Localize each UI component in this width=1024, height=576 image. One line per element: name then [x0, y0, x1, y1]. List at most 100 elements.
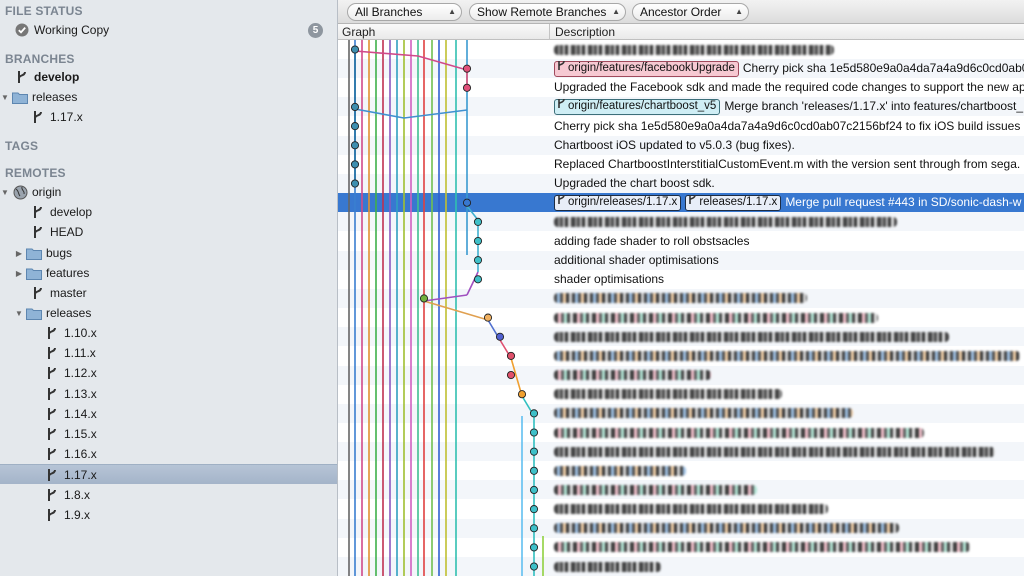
remote-release-label: 1.8.x: [64, 487, 91, 502]
redacted-message: [554, 389, 782, 400]
branch-icon: [30, 204, 46, 220]
remote-item-head[interactable]: HEAD: [0, 222, 337, 242]
commit-node[interactable]: [462, 64, 472, 73]
branch-icon: [688, 193, 697, 212]
commit-node[interactable]: [462, 83, 472, 92]
disclosure-open-icon[interactable]: ▼: [0, 188, 10, 197]
remote-release-item[interactable]: 1.9.x: [0, 505, 337, 525]
commit-node[interactable]: [473, 217, 483, 226]
commit-description: [554, 385, 782, 404]
sidebar-item-origin[interactable]: ▼ origin: [0, 182, 337, 202]
commit-node[interactable]: [495, 332, 505, 341]
commit-node[interactable]: [350, 160, 360, 169]
remote-release-item[interactable]: 1.12.x: [0, 363, 337, 383]
branch-tag[interactable]: origin/releases/1.17.x: [554, 194, 682, 211]
remote-master-label: master: [50, 286, 87, 300]
commit-description: origin/features/chartboost_v5 Merge branc…: [554, 97, 1023, 116]
remote-item-master[interactable]: master: [0, 283, 337, 303]
commit-node[interactable]: [529, 562, 539, 571]
commit-node[interactable]: [529, 485, 539, 495]
graph-column-header[interactable]: Graph: [342, 25, 375, 39]
commit-node[interactable]: [350, 122, 360, 131]
commit-node[interactable]: [462, 198, 472, 207]
commit-node[interactable]: [350, 141, 360, 150]
remote-release-item[interactable]: 1.13.x: [0, 384, 337, 404]
commit-node[interactable]: [529, 409, 539, 418]
commit-node[interactable]: [473, 275, 483, 284]
remote-folder-features[interactable]: ▶ features: [0, 263, 337, 283]
remote-release-label: 1.9.x: [64, 507, 91, 522]
sidebar-item-releases-folder[interactable]: ▼ releases: [0, 87, 337, 107]
description-column-header[interactable]: Description: [555, 25, 615, 39]
remote-release-item[interactable]: 1.15.x: [0, 424, 337, 444]
order-select[interactable]: Ancestor Order ▲: [632, 3, 749, 21]
redacted-message: [554, 542, 970, 553]
branch-tag[interactable]: origin/features/chartboost_v5: [554, 98, 721, 115]
commit-node[interactable]: [506, 370, 516, 380]
disclosure-closed-icon[interactable]: ▶: [14, 249, 24, 258]
commit-node[interactable]: [350, 102, 360, 111]
redacted-message: [554, 370, 711, 381]
commit-node[interactable]: [529, 447, 539, 456]
commit-node[interactable]: [350, 179, 360, 188]
branch-icon: [44, 386, 60, 402]
commit-node[interactable]: [506, 351, 516, 360]
commit-node[interactable]: [419, 294, 429, 303]
commit-description: [554, 480, 757, 499]
sidebar-item-working-copy[interactable]: Working Copy 5: [0, 20, 337, 40]
branches-filter-select[interactable]: All Branches ▲: [347, 3, 462, 21]
commit-node[interactable]: [529, 428, 539, 437]
commit-message: shader optimisations: [554, 271, 665, 286]
disclosure-open-icon[interactable]: ▼: [0, 93, 10, 102]
remote-release-label: 1.10.x: [64, 326, 97, 340]
remote-head-label: HEAD: [50, 225, 84, 239]
sidebar-item-release-1-17[interactable]: 1.17.x: [0, 107, 337, 127]
redacted-message: [554, 446, 995, 457]
commit-message: adding fade shader to roll obstsacles: [554, 233, 750, 248]
remote-release-item[interactable]: 1.14.x: [0, 404, 337, 424]
remote-release-item[interactable]: 1.16.x: [0, 444, 337, 464]
commit-node[interactable]: [529, 524, 539, 533]
commit-description: origin/features/facebookUpgrade Cherry pi…: [554, 59, 1024, 78]
toolbar: All Branches ▲ Show Remote Branches ▲ An…: [338, 0, 1024, 24]
branch-icon: [44, 467, 60, 483]
branch-icon: [44, 406, 60, 422]
commit-description: [554, 346, 1020, 365]
branch-tag[interactable]: releases/1.17.x: [685, 193, 782, 212]
remote-release-item[interactable]: 1.11.x: [0, 343, 337, 363]
commit-node[interactable]: [529, 505, 539, 514]
branch-tag[interactable]: origin/features/facebookUpgrade: [554, 60, 739, 77]
redacted-message: [554, 427, 924, 438]
commit-node[interactable]: [473, 236, 483, 246]
commit-node[interactable]: [529, 466, 539, 475]
commit-description: Upgraded the chart boost sdk.: [554, 174, 715, 193]
disclosure-open-icon[interactable]: ▼: [14, 309, 24, 318]
redacted-message: [554, 561, 661, 572]
redacted-message: [554, 523, 899, 534]
commit-node[interactable]: [350, 45, 360, 54]
remote-release-item[interactable]: 1.17.x: [0, 464, 337, 485]
remote-folder-releases[interactable]: ▼ releases: [0, 303, 337, 323]
remote-folder-bugs[interactable]: ▶ bugs: [0, 243, 337, 263]
remote-branches-select[interactable]: Show Remote Branches ▲: [469, 3, 626, 21]
commit-list[interactable]: origin/features/facebookUpgrade Cherry pi…: [338, 40, 1024, 576]
remote-release-item[interactable]: 1.8.x: [0, 485, 337, 505]
graph-edge: [466, 271, 479, 296]
origin-label: origin: [32, 185, 62, 199]
changes-count-badge: 5: [308, 23, 323, 38]
commit-description: [554, 423, 924, 442]
commit-description: adding fade shader to roll obstsacles: [554, 232, 749, 251]
sidebar-item-develop[interactable]: develop: [0, 67, 337, 87]
disclosure-closed-icon[interactable]: ▶: [14, 269, 24, 278]
remote-item-develop[interactable]: develop: [0, 202, 337, 222]
remote-release-label: 1.12.x: [64, 366, 97, 381]
commit-node[interactable]: [517, 390, 527, 399]
commit-node[interactable]: [483, 313, 493, 322]
remote-develop-label: develop: [50, 205, 93, 219]
column-divider[interactable]: [549, 24, 550, 40]
remote-release-item[interactable]: 1.10.x: [0, 323, 337, 343]
commit-node[interactable]: [473, 256, 483, 265]
commit-node[interactable]: [529, 543, 539, 552]
globe-icon: [12, 184, 28, 200]
remote-release-label: 1.13.x: [64, 386, 97, 401]
